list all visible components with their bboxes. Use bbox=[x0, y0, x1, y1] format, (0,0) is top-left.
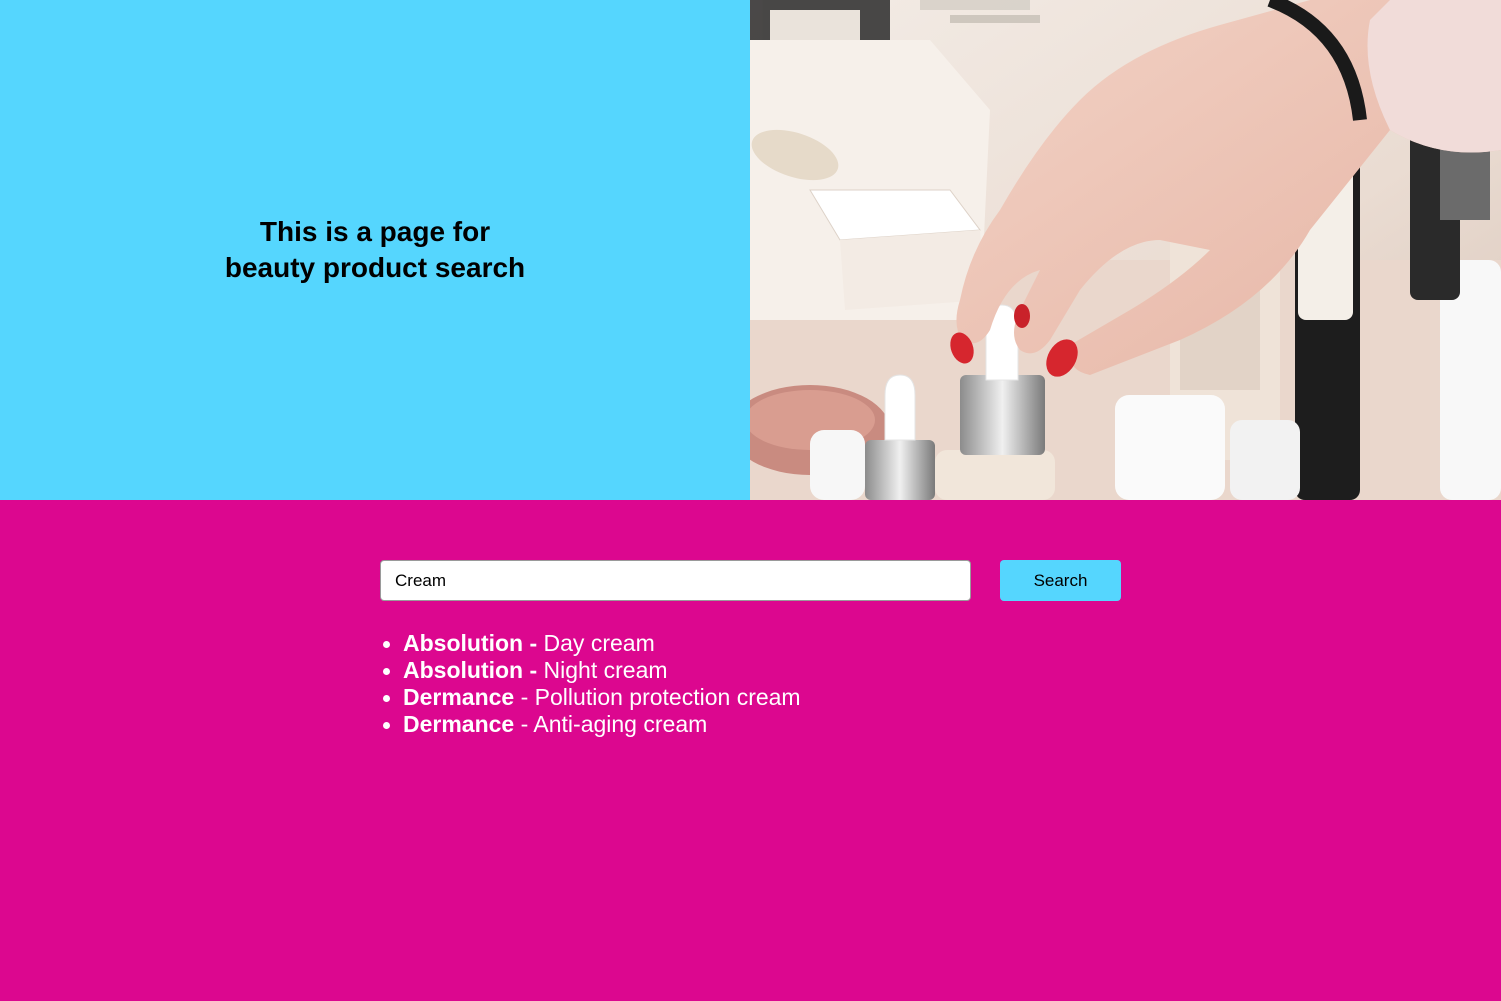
result-name: Night cream bbox=[543, 657, 668, 683]
page: This is a page for beauty product search bbox=[0, 0, 1501, 1001]
result-brand: Dermance bbox=[403, 711, 515, 737]
list-item: Dermance - Pollution protection cream bbox=[380, 684, 801, 711]
result-brand: Dermance bbox=[403, 684, 515, 710]
result-name: - Pollution protection cream bbox=[520, 684, 801, 710]
list-item: Dermance - Anti-aging cream bbox=[380, 711, 801, 738]
list-item: Absolution - Night cream bbox=[380, 657, 801, 684]
result-name: - Anti-aging cream bbox=[520, 711, 708, 737]
hero-image bbox=[750, 0, 1501, 500]
search-bar: Search bbox=[380, 560, 1121, 601]
search-button[interactable]: Search bbox=[1000, 560, 1121, 601]
result-brand: Absolution - bbox=[403, 630, 538, 656]
result-name: Day cream bbox=[543, 630, 655, 656]
results-list: Absolution - Day cream Absolution - Nigh… bbox=[380, 630, 801, 738]
hero-section: This is a page for beauty product search bbox=[0, 0, 1501, 500]
hero-panel: This is a page for beauty product search bbox=[0, 0, 750, 500]
page-title: This is a page for beauty product search bbox=[224, 216, 526, 283]
result-brand: Absolution - bbox=[403, 657, 538, 683]
cosmetics-photo bbox=[750, 0, 1501, 500]
list-item: Absolution - Day cream bbox=[380, 630, 801, 657]
search-input[interactable] bbox=[380, 560, 971, 601]
